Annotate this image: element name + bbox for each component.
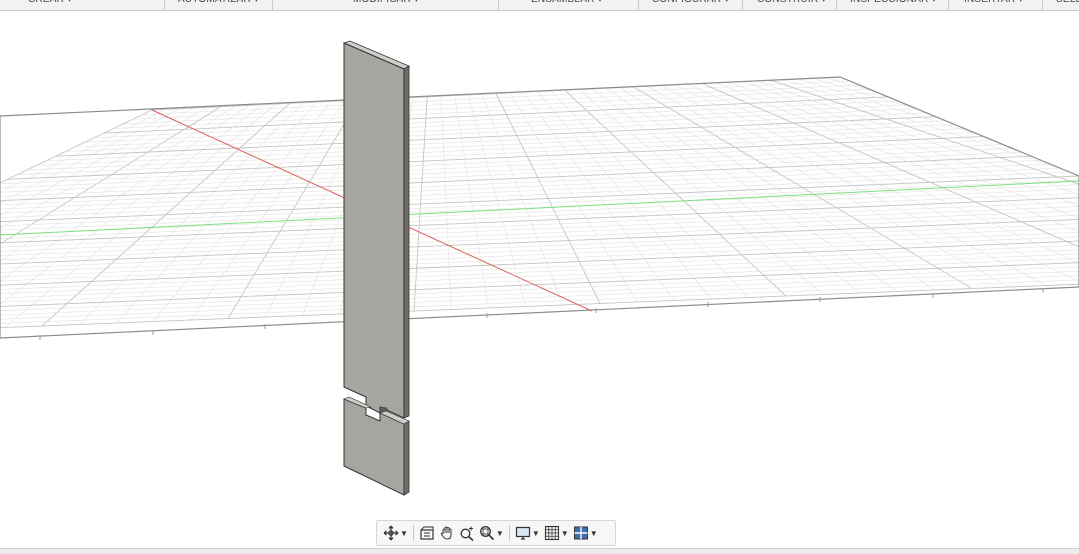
grid-line bbox=[0, 109, 180, 338]
toolbar-menubar: CREAR ▾ AUTOMATIZAR ▾ MODIFICAR ▾ ENSAMB… bbox=[0, 0, 1079, 11]
display-settings-icon bbox=[515, 525, 531, 541]
menu-seleccionar[interactable]: SELE bbox=[1056, 0, 1079, 8]
canvas-viewport[interactable] bbox=[0, 11, 1079, 548]
menu-separator bbox=[948, 0, 949, 10]
orbit-button[interactable]: ▼ bbox=[381, 522, 410, 544]
body-lower-right-side bbox=[404, 421, 409, 495]
grid-line bbox=[716, 83, 1079, 280]
display-settings-button[interactable]: ▼ bbox=[513, 522, 542, 544]
look-at-button[interactable] bbox=[417, 522, 437, 544]
chevron-down-icon: ▼ bbox=[561, 529, 569, 538]
menu-automatizar[interactable]: AUTOMATIZAR ▾ bbox=[178, 0, 259, 8]
menu-modificar[interactable]: MODIFICAR ▾ bbox=[353, 0, 419, 8]
fit-zoom-button[interactable]: ▼ bbox=[477, 522, 506, 544]
orbit-icon bbox=[383, 525, 399, 541]
scene-svg[interactable] bbox=[0, 11, 1079, 548]
grid-line bbox=[702, 84, 1079, 281]
grid-line bbox=[689, 84, 1079, 282]
grid-line bbox=[0, 160, 1079, 211]
look-at-icon bbox=[419, 525, 435, 541]
chevron-down-icon: ▼ bbox=[590, 529, 598, 538]
menu-separator bbox=[164, 0, 165, 10]
menu-crear[interactable]: CREAR ▾ bbox=[28, 0, 72, 8]
menu-separator bbox=[272, 0, 273, 10]
grid-line bbox=[813, 78, 1079, 269]
chevron-down-icon: ▼ bbox=[496, 529, 504, 538]
toolbar-separator bbox=[509, 525, 510, 541]
y-axis-line bbox=[0, 181, 1079, 235]
viewports-icon bbox=[573, 525, 589, 541]
menu-construir[interactable]: CONSTRUIR ▾ bbox=[757, 0, 826, 8]
grid-line bbox=[771, 80, 1079, 273]
pan-button[interactable] bbox=[437, 522, 457, 544]
navigation-toolbar: ▼ ▼ ▼ bbox=[376, 520, 616, 546]
viewports-button[interactable]: ▼ bbox=[571, 522, 600, 544]
menu-separator bbox=[498, 0, 499, 10]
body-front-face-upper bbox=[344, 43, 404, 418]
fit-zoom-icon bbox=[479, 525, 495, 541]
chevron-down-icon: ▼ bbox=[532, 529, 540, 538]
body-right-side bbox=[404, 66, 409, 418]
grid-settings-button[interactable]: ▼ bbox=[542, 522, 571, 544]
zoom-icon bbox=[459, 525, 475, 541]
grid-line bbox=[537, 92, 711, 300]
ground-grid bbox=[0, 77, 1079, 341]
zoom-button[interactable] bbox=[457, 522, 477, 544]
menu-ensamblar[interactable]: ENSAMBLAR ▾ bbox=[531, 0, 603, 8]
grid-line bbox=[0, 138, 1061, 184]
menu-separator bbox=[1042, 0, 1043, 10]
menu-separator bbox=[836, 0, 837, 10]
menu-separator bbox=[742, 0, 743, 10]
bottom-status-strip bbox=[0, 548, 1079, 554]
grid-settings-icon bbox=[544, 525, 560, 541]
grid-line bbox=[0, 105, 262, 329]
menu-inspeccionar[interactable]: INSPECCIONAR ▾ bbox=[850, 0, 937, 8]
grid-line bbox=[496, 94, 600, 304]
toolbar-separator bbox=[413, 525, 414, 541]
chevron-down-icon: ▼ bbox=[400, 529, 408, 538]
menu-separator bbox=[638, 0, 639, 10]
menu-configurar[interactable]: CONFIGURAR ▾ bbox=[652, 0, 729, 8]
menu-insertar[interactable]: INSERTAR ▾ bbox=[964, 0, 1023, 8]
pan-hand-icon bbox=[439, 525, 455, 541]
extruded-body[interactable] bbox=[344, 41, 409, 495]
